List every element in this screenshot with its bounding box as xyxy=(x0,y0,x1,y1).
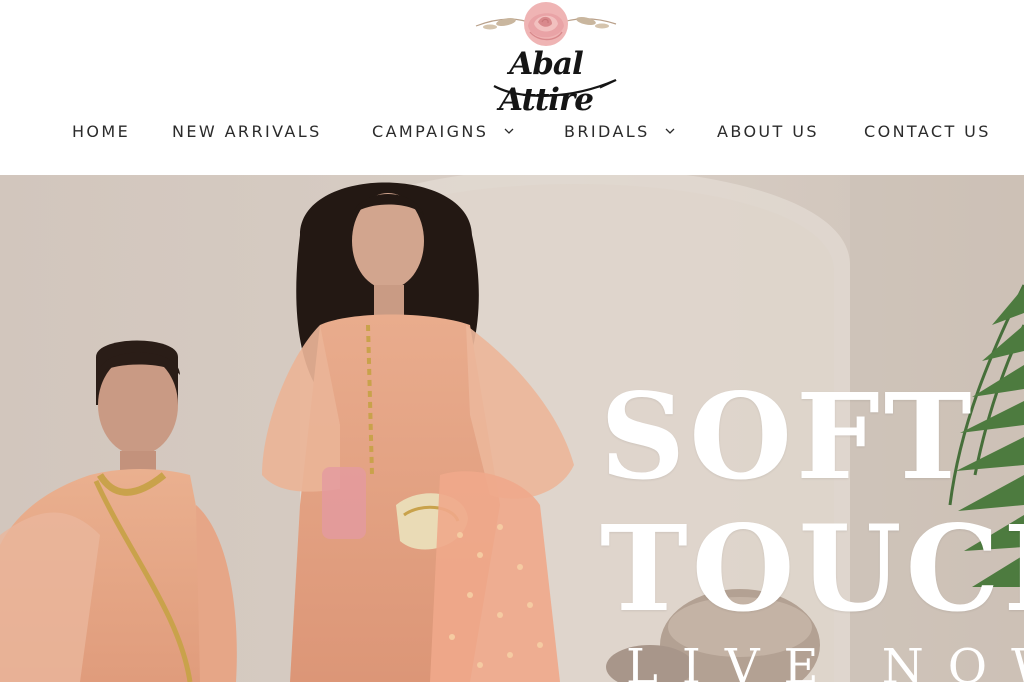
rose-icon xyxy=(475,2,617,46)
nav-item-campaigns[interactable]: CAMPAIGNS xyxy=(372,118,514,146)
nav-item-bridals[interactable]: BRIDALS xyxy=(564,118,675,146)
nav-item-new-arrivals[interactable]: NEW ARRIVALS xyxy=(172,118,322,146)
hero-headline: SOFT TOUCH xyxy=(600,371,1024,635)
nav-item-label: CONTACT US xyxy=(864,122,991,141)
nav-item-contact-us[interactable]: CONTACT US xyxy=(864,118,991,146)
brand-logo[interactable]: Abal Attire xyxy=(466,0,626,118)
chevron-down-icon xyxy=(504,128,514,134)
nav-item-label: NEW ARRIVALS xyxy=(172,122,322,141)
hero-banner[interactable]: SOFT TOUCH LIVE NOW xyxy=(0,175,1024,682)
nav-item-label: HOME xyxy=(72,122,131,141)
hero-headline-line: SOFT xyxy=(600,367,976,506)
nav-item-label: CAMPAIGNS xyxy=(372,122,489,141)
main-nav: HOME NEW ARRIVALS CAMPAIGNS BRIDALS ABOU… xyxy=(0,118,1024,146)
hero-headline-line: TOUCH xyxy=(600,499,1024,638)
nav-item-label: ABOUT US xyxy=(717,122,819,141)
hero-subline: LIVE NOW xyxy=(626,639,1024,682)
nav-item-home[interactable]: HOME xyxy=(72,118,130,146)
nav-item-about-us[interactable]: ABOUT US xyxy=(717,118,819,146)
chevron-down-icon xyxy=(665,128,675,134)
logo-swash xyxy=(493,78,617,97)
site-header: Abal Attire HOME NEW ARRIVALS CAMPAIGNS … xyxy=(0,0,1024,175)
nav-item-label: BRIDALS xyxy=(564,122,650,141)
